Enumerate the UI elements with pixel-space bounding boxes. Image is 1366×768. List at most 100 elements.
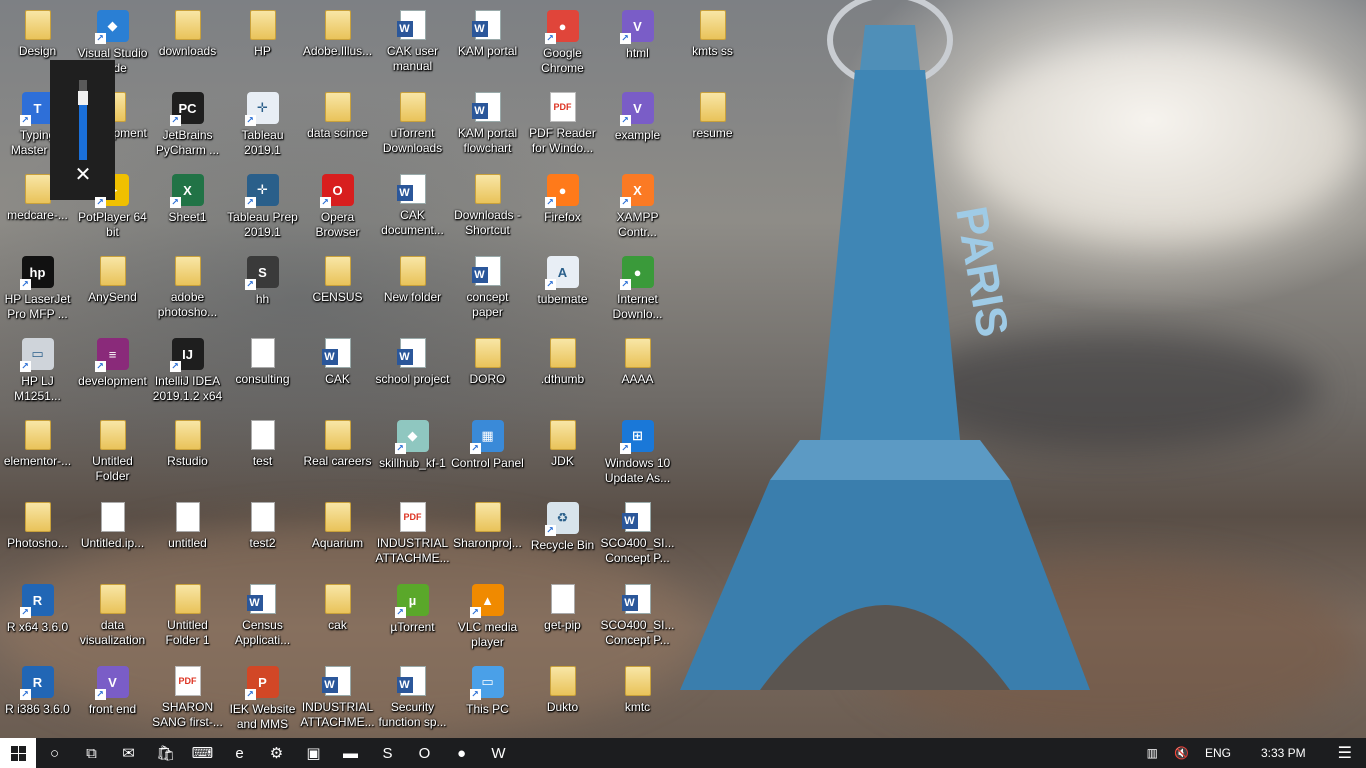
desktop-icon[interactable]: Vexample — [600, 86, 675, 168]
desktop-icon[interactable]: ≡ development — [75, 332, 150, 414]
network-icon[interactable]: ▥ — [1139, 738, 1166, 768]
desktop-icon[interactable]: JDK — [525, 414, 600, 496]
desktop-icon[interactable]: Shh — [225, 250, 300, 332]
desktop-icon[interactable]: µ µTorrent — [375, 578, 450, 660]
file-explorer-icon[interactable]: ▬ — [332, 738, 369, 768]
desktop-icon[interactable]: ▭ This PC — [450, 660, 525, 742]
desktop-icon[interactable]: ●Internet Downlo... — [600, 250, 675, 332]
word-icon[interactable]: W — [480, 738, 517, 768]
desktop-icon[interactable]: PDF INDUSTRIAL ATTACHME... — [375, 496, 450, 578]
desktop-icon[interactable]: Rstudio — [150, 414, 225, 496]
desktop-icon[interactable]: data scince — [300, 86, 375, 168]
settings-icon[interactable]: ⚙ — [258, 738, 295, 768]
mute-toggle-icon[interactable]: ✕ — [74, 165, 92, 185]
desktop-icon[interactable]: Real careers — [300, 414, 375, 496]
desktop-icon[interactable]: PCJetBrains PyCharm ... — [150, 86, 225, 168]
desktop-icon[interactable]: test2 — [225, 496, 300, 578]
desktop-icon[interactable]: R R i386 3.6.0 — [0, 660, 75, 742]
volume-icon[interactable]: 🔇 — [1166, 738, 1197, 768]
desktop-icon[interactable]: Census Applicati... — [225, 578, 300, 660]
remote-desktop-icon[interactable]: ▣ — [295, 738, 332, 768]
desktop-icon[interactable]: uTorrent Downloads — [375, 86, 450, 168]
desktop-icon[interactable]: kmts ss — [675, 4, 750, 86]
edge-icon[interactable]: e — [221, 738, 258, 768]
desktop-icon[interactable]: Vhtml — [600, 4, 675, 86]
clock[interactable]: 3:33 PM — [1239, 738, 1328, 768]
desktop-icon[interactable]: SCO400_SI... Concept P... — [600, 496, 675, 578]
desktop-icon[interactable]: CAK document... — [375, 168, 450, 250]
desktop-icon[interactable]: ● Firefox — [525, 168, 600, 250]
desktop-icon[interactable]: kmtc — [600, 660, 675, 742]
desktop-icon[interactable]: PDF PDF Reader for Windo... — [525, 86, 600, 168]
desktop-icon[interactable]: CAK — [300, 332, 375, 414]
desktop-icon[interactable]: KAM portal — [450, 4, 525, 86]
opera-icon[interactable]: O — [406, 738, 443, 768]
desktop-icon[interactable]: ✛Tableau Prep 2019.1 — [225, 168, 300, 250]
keyboard-icon[interactable]: ⌨ — [184, 738, 221, 768]
desktop-icon[interactable]: Adobe.Illus... — [300, 4, 375, 86]
start-button[interactable] — [0, 738, 36, 768]
desktop-icon[interactable]: Dukto — [525, 660, 600, 742]
desktop-icon[interactable]: Photosho... — [0, 496, 75, 578]
desktop-icon[interactable]: ♻ Recycle Bin — [525, 496, 600, 578]
desktop-icon[interactable]: Downloads - Shortcut — [450, 168, 525, 250]
desktop-icon[interactable]: hpHP LaserJet Pro MFP ... — [0, 250, 75, 332]
desktop-icon[interactable]: .dthumb — [525, 332, 600, 414]
desktop-icon[interactable]: X Sheet1 — [150, 168, 225, 250]
desktop-icon[interactable]: consulting — [225, 332, 300, 414]
volume-slider[interactable] — [78, 80, 88, 160]
desktop-icon[interactable]: Untitled.ip... — [75, 496, 150, 578]
skype-icon[interactable]: S — [369, 738, 406, 768]
desktop-icon[interactable]: get-pip — [525, 578, 600, 660]
desktop-icon[interactable]: Aquarium — [300, 496, 375, 578]
desktop-icon[interactable]: PIEK Website and MMS — [225, 660, 300, 742]
desktop-icon[interactable]: concept paper — [450, 250, 525, 332]
desktop-icon[interactable]: Sharonproj... — [450, 496, 525, 578]
desktop-icon[interactable]: cak — [300, 578, 375, 660]
desktop-icon[interactable]: OOpera Browser — [300, 168, 375, 250]
task-view-icon[interactable]: ⧉ — [73, 738, 110, 768]
desktop-icon[interactable]: INDUSTRIAL ATTACHME... — [300, 660, 375, 742]
desktop-icon[interactable]: elementor-... — [0, 414, 75, 496]
desktop-icon[interactable]: Vfront end — [75, 660, 150, 742]
desktop-icon[interactable]: ▲VLC media player — [450, 578, 525, 660]
desktop-icon[interactable]: IJIntelliJ IDEA 2019.1.2 x64 — [150, 332, 225, 414]
desktop-icon[interactable]: HP — [225, 4, 300, 86]
desktop-icon[interactable]: data visualization — [75, 578, 150, 660]
app-shortcut-icon: V — [94, 666, 129, 700]
chrome-icon[interactable]: ● — [443, 738, 480, 768]
desktop-icon[interactable]: PDF SHARON SANG first-... — [150, 660, 225, 742]
desktop-icon[interactable]: AAAA — [600, 332, 675, 414]
desktop-icon[interactable]: New folder — [375, 250, 450, 332]
desktop-icon[interactable]: ⊞Windows 10 Update As... — [600, 414, 675, 496]
desktop-icon[interactable]: ●Google Chrome — [525, 4, 600, 86]
desktop-icon[interactable]: resume — [675, 86, 750, 168]
language-indicator[interactable]: ENG — [1197, 738, 1239, 768]
desktop-icon[interactable]: ▭HP LJ M1251... — [0, 332, 75, 414]
desktop-icon[interactable]: KAM portal flowchart — [450, 86, 525, 168]
desktop-icon[interactable]: ◆ skillhub_kf-1 — [375, 414, 450, 496]
desktop-icon[interactable]: AnySend — [75, 250, 150, 332]
desktop-icon[interactable]: test — [225, 414, 300, 496]
desktop-icon[interactable]: Untitled Folder — [75, 414, 150, 496]
store-icon[interactable]: 🛍 — [147, 738, 184, 768]
desktop-icon[interactable]: XXAMPP Contr... — [600, 168, 675, 250]
search-icon[interactable]: ○ — [36, 738, 73, 768]
mail-icon[interactable]: ✉ — [110, 738, 147, 768]
desktop-icon[interactable]: DORO — [450, 332, 525, 414]
desktop-icon[interactable]: Security function sp... — [375, 660, 450, 742]
desktop-icon[interactable]: R R x64 3.6.0 — [0, 578, 75, 660]
desktop-icon[interactable]: ✛Tableau 2019.1 — [225, 86, 300, 168]
desktop-icon[interactable]: Atubemate — [525, 250, 600, 332]
volume-slider-thumb[interactable] — [78, 91, 88, 105]
desktop-icon[interactable]: untitled — [150, 496, 225, 578]
desktop-icon[interactable]: adobe photosho... — [150, 250, 225, 332]
action-center-icon[interactable]: ☰ — [1328, 738, 1366, 768]
desktop-icon[interactable]: CENSUS — [300, 250, 375, 332]
desktop-icon[interactable]: school project — [375, 332, 450, 414]
desktop-icon[interactable]: CAK user manual — [375, 4, 450, 86]
desktop-icon[interactable]: downloads — [150, 4, 225, 86]
desktop-icon[interactable]: ▦ Control Panel — [450, 414, 525, 496]
desktop-icon[interactable]: Untitled Folder 1 — [150, 578, 225, 660]
desktop-icon[interactable]: SCO400_SI... Concept P... — [600, 578, 675, 660]
